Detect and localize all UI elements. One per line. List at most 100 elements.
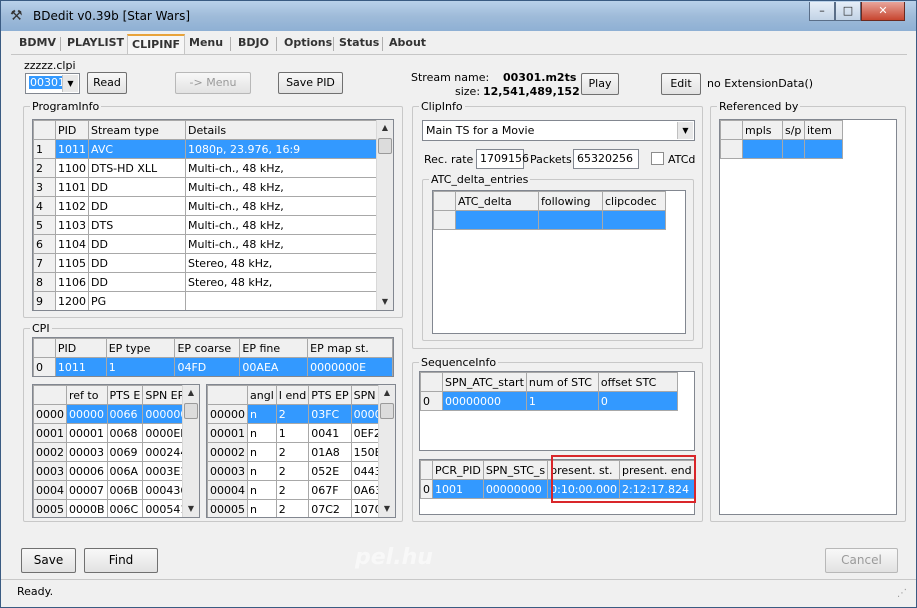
table-row[interactable]: 00004 n 2 067F 0A632 [207,480,395,500]
cancel-button[interactable]: Cancel [825,548,898,573]
cell[interactable]: n [247,404,277,424]
column-header[interactable] [433,191,456,211]
row-header[interactable] [433,210,456,230]
cell[interactable]: 0000B [66,499,108,517]
row-header[interactable]: 0003 [33,461,67,481]
cell[interactable]: 00007 [66,480,108,500]
column-header[interactable] [420,460,433,480]
row-header[interactable]: 6 [33,234,56,254]
atc-delta-grid[interactable]: ATC_delta following clipcodec [432,190,686,334]
tab-clipinf[interactable]: CLIPINF [127,34,186,54]
tab-playlist[interactable]: PLAYLIST [63,34,128,54]
table-row[interactable]: 5 1103 DTS Multi-ch., 48 kHz, [33,215,382,235]
column-header[interactable]: ref to [66,385,108,405]
cell[interactable]: 0069 [106,442,144,462]
cell[interactable]: AVC [88,139,186,159]
cell[interactable]: 1011 [54,357,107,376]
column-header[interactable]: num of STC [525,372,599,392]
cell[interactable]: 1 [275,423,310,443]
cell[interactable] [455,210,539,230]
cell[interactable]: 00AEA [239,357,309,376]
close-button[interactable]: ✕ [861,2,905,21]
table-row[interactable]: 00001 n 1 0041 0EF26 [207,423,395,443]
ep-coarse-scrollbar[interactable]: ▲ ▼ [182,385,199,517]
column-header[interactable]: PTS E [106,385,144,405]
column-header[interactable]: EP fine [239,338,309,358]
cell[interactable] [602,210,666,230]
tab-menu[interactable]: Menu [185,34,227,54]
cell[interactable]: 1 [105,357,176,376]
cell[interactable]: DTS-HD XLL [88,158,186,178]
row-header[interactable]: 0 [420,479,433,499]
column-header[interactable]: PTS EP [308,385,352,405]
column-header[interactable] [33,120,56,140]
table-row[interactable]: 0 00000000 1 0 [420,391,678,411]
find-button[interactable]: Find [84,548,158,573]
column-header[interactable]: ATC_delta [455,191,539,211]
table-row[interactable]: 00002 n 2 01A8 150E3 [207,442,395,462]
cell[interactable]: 1200 [55,291,89,310]
cell[interactable] [185,291,382,310]
chevron-down-icon[interactable]: ▼ [62,75,78,92]
row-header[interactable]: 00001 [207,423,248,443]
scroll-thumb[interactable] [184,403,198,419]
cell[interactable]: 00000000 [482,479,549,499]
cell[interactable]: Stereo, 48 kHz, [185,253,382,273]
scroll-down-icon[interactable]: ▼ [379,501,395,517]
cell[interactable]: 1106 [55,272,89,292]
table-row[interactable]: 8 1106 DD Stereo, 48 kHz, [33,272,382,292]
column-header[interactable]: following [538,191,603,211]
table-row[interactable]: 3 1101 DD Multi-ch., 48 kHz, [33,177,382,197]
column-header[interactable]: clipcodec [602,191,666,211]
minimize-button[interactable]: – [809,2,835,21]
table-row[interactable]: 9 1200 PG [33,291,382,310]
read-button[interactable]: Read [87,72,127,94]
rec-rate-field[interactable]: 1709156 [476,149,529,169]
column-header[interactable]: angl [247,385,277,405]
cell[interactable]: 2 [275,480,310,500]
cell[interactable]: 03FC [308,404,352,424]
tab-bdjo[interactable]: BDJO [234,34,273,54]
table-row[interactable]: 0004 00007 006B 00043657 [33,480,199,500]
cell[interactable] [538,210,603,230]
cell[interactable] [804,139,843,159]
cell[interactable]: PG [88,291,186,310]
cell[interactable]: 00003 [66,442,108,462]
row-header[interactable]: 1 [33,139,56,159]
table-row[interactable]: 0003 00006 006A 0003E1D2 [33,461,199,481]
cell[interactable]: 00006 [66,461,108,481]
scroll-down-icon[interactable]: ▼ [183,501,199,517]
edit-button[interactable]: Edit [661,73,701,95]
cell[interactable]: Multi-ch., 48 kHz, [185,158,382,178]
row-header[interactable]: 0004 [33,480,67,500]
ep-fine-grid[interactable]: angl I end PTS EP SPN EP 00000 n 2 03FC … [206,384,396,518]
row-header[interactable]: 7 [33,253,56,273]
atc-sequence-grid[interactable]: SPN_ATC_start num of STC offset STC 0 00… [419,371,695,451]
cell[interactable]: 052E [308,461,352,481]
column-header[interactable]: I end [275,385,310,405]
table-row[interactable]: 0005 0000B 006C 000541A4 [33,499,199,517]
row-header[interactable] [720,139,743,159]
clip-type-select[interactable]: Main TS for a Movie ▼ [422,120,695,141]
row-header[interactable]: 00000 [207,404,248,424]
cell[interactable]: Multi-ch., 48 kHz, [185,177,382,197]
cell[interactable]: 1105 [55,253,89,273]
column-header[interactable]: Details [185,120,382,140]
ep-fine-scrollbar[interactable]: ▲ ▼ [378,385,395,517]
cell[interactable]: 1101 [55,177,89,197]
column-header[interactable] [207,385,248,405]
clip-select[interactable]: 00301 ▼ [25,73,80,94]
menu-button[interactable]: -> Menu [175,72,251,94]
table-row[interactable]: 00005 n 2 07C2 1070A [207,499,395,517]
column-header[interactable]: mpls [742,120,783,140]
table-row[interactable]: 0 1011 1 04FD 00AEA 0000000E [33,357,393,376]
cell[interactable]: 1104 [55,234,89,254]
cell[interactable]: 2 [275,461,310,481]
tab-status[interactable]: Status [335,34,383,54]
cell[interactable]: Multi-ch., 48 kHz, [185,234,382,254]
column-header[interactable]: EP coarse [174,338,241,358]
column-header[interactable] [33,338,56,358]
scroll-thumb[interactable] [380,403,394,419]
cell[interactable]: 0 [597,391,678,411]
program-info-scrollbar[interactable]: ▲ ▼ [376,120,393,310]
